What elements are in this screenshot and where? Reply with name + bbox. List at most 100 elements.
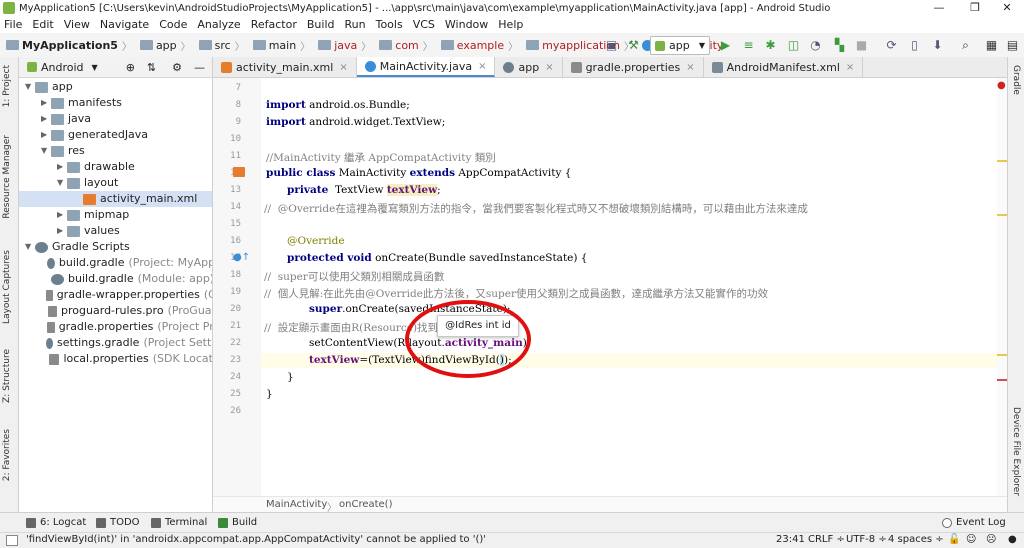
close-icon[interactable]: × [846,62,854,73]
profile-icon[interactable]: ◔ [808,38,823,52]
tree-item[interactable]: local.properties(SDK Location) [19,351,212,367]
tool-windows-icon[interactable] [6,535,18,546]
chevron-right-icon[interactable]: ▶ [57,223,67,239]
breadcrumb-src[interactable]: src 〉 [193,38,245,53]
notification-icon[interactable]: ● [1008,534,1017,545]
project-view-select[interactable]: Android [41,61,84,74]
tree-item[interactable]: build.gradle (Module: app) [19,271,212,287]
caret-position[interactable]: 23:41 [776,534,805,545]
menu-refactor[interactable]: Refactor [251,18,297,31]
tree-item[interactable]: ▶ drawable [19,159,212,175]
menu-window[interactable]: Window [445,18,488,31]
tree-item[interactable]: ▼ app [19,79,212,95]
stop-icon[interactable]: ■ [854,38,869,52]
chevron-down-icon[interactable]: ▼ [25,239,35,255]
tree-item[interactable]: gradle-wrapper.properties(Grac [19,287,212,303]
hide-icon[interactable]: — [194,61,205,74]
tree-item[interactable]: proguard-rules.pro(ProGuard R [19,303,212,319]
override-method-icon[interactable]: ●↑ [233,252,250,263]
breadcrumb-com[interactable]: com 〉 [373,38,433,53]
tab-androidmanifest-xml[interactable]: AndroidManifest.xml × [704,57,864,77]
hammer-icon[interactable]: ⚒ [626,38,641,52]
collapse-all-icon[interactable]: ⇅ [147,61,156,74]
menu-analyze[interactable]: Analyze [197,18,240,31]
chevron-right-icon[interactable]: ▶ [41,95,51,111]
menu-file[interactable]: File [4,18,22,31]
tab-resource-manager[interactable]: Resource Manager [2,135,12,219]
chevron-down-icon[interactable]: ▼ [41,143,51,159]
apply-changes-icon[interactable]: ≡ [741,38,756,52]
layout-preview-icon[interactable] [233,167,245,177]
todo-tab[interactable]: TODO [96,517,140,528]
indent-setting[interactable]: 4 spaces ÷ [888,534,944,545]
tab-device-file-explorer[interactable]: Device File Explorer [1011,407,1021,496]
tab-structure[interactable]: Z: Structure [2,349,12,403]
error-icon[interactable]: ● [997,80,1006,91]
sdk-manager-icon[interactable]: ⬇ [930,38,945,52]
file-encoding[interactable]: UTF-8 ÷ [846,534,887,545]
chevron-down-icon[interactable]: ▼ [25,79,35,95]
minimize-button[interactable]: — [922,0,956,16]
breadcrumb-class[interactable]: MainActivity [266,499,327,510]
maximize-button[interactable]: ❐ [958,0,992,16]
lock-icon[interactable]: 🔓 [948,534,960,545]
tab-favorites[interactable]: 2: Favorites [2,429,12,481]
breadcrumb-method[interactable]: onCreate() [339,499,393,510]
coverage-icon[interactable]: ◫ [786,38,801,52]
tree-item[interactable]: ▶ mipmap [19,207,212,223]
warning-mark[interactable] [997,160,1007,162]
breadcrumb-main[interactable]: main 〉 [247,38,310,53]
attach-debugger-icon[interactable]: ▚ [832,38,847,52]
menu-edit[interactable]: Edit [32,18,53,31]
run-config-select[interactable]: app ▼ [650,36,710,55]
menu-help[interactable]: Help [498,18,523,31]
locate-icon[interactable]: ⊕ [126,61,135,74]
close-button[interactable]: ✕ [990,0,1024,16]
menu-run[interactable]: Run [345,18,366,31]
layout-icon[interactable]: ▤ [1005,38,1020,52]
menu-code[interactable]: Code [159,18,187,31]
debug-icon[interactable]: ✱ [763,38,778,52]
close-icon[interactable]: × [478,61,486,72]
menu-view[interactable]: View [64,18,90,31]
menu-navigate[interactable]: Navigate [100,18,149,31]
tab-app-gradle[interactable]: app × [495,57,563,77]
tree-item[interactable]: ▶ generatedJava [19,127,212,143]
search-icon[interactable]: ⌕ [958,38,973,52]
project-structure-icon[interactable]: ▦ [984,38,999,52]
warning-mark[interactable] [997,214,1007,216]
avd-manager-icon[interactable]: ▯ [907,38,922,52]
error-mark[interactable] [997,379,1007,381]
breadcrumb-project[interactable]: MyApplication5 〉 [0,38,132,53]
close-icon[interactable]: × [686,62,694,73]
run-icon[interactable]: ▶ [718,38,733,52]
chevron-down-icon[interactable]: ▼ [92,63,98,72]
tab-activity-main-xml[interactable]: activity_main.xml × [213,57,357,77]
chevron-down-icon[interactable]: ▼ [57,175,67,191]
tree-item[interactable]: ▼ Gradle Scripts [19,239,212,255]
close-icon[interactable]: × [545,62,553,73]
chevron-right-icon[interactable]: ▶ [57,159,67,175]
menu-build[interactable]: Build [307,18,335,31]
gear-icon[interactable]: ⚙ [172,61,182,74]
breadcrumb-app[interactable]: app 〉 [134,38,191,53]
logcat-tab[interactable]: 6: Logcat [26,517,86,528]
breadcrumb-java[interactable]: java 〉 [312,38,371,53]
chevron-right-icon[interactable]: ▶ [41,127,51,143]
tree-item[interactable]: gradle.properties(Project Prope [19,319,212,335]
tree-item[interactable]: ▶ values [19,223,212,239]
tab-gradle-properties[interactable]: gradle.properties × [563,57,704,77]
chevron-right-icon[interactable]: ▶ [57,207,67,223]
event-log-tab[interactable]: Event Log [942,517,1006,528]
build-tab[interactable]: Build [218,517,257,528]
tab-layout-captures[interactable]: Layout Captures [2,250,12,324]
tree-item[interactable]: settings.gradle(Project Settings [19,335,212,351]
tab-mainactivity-java[interactable]: MainActivity.java × [356,57,496,77]
hector-icon[interactable]: ☺ [966,534,976,545]
code-editor[interactable]: import android.os.Bundle; import android… [261,78,997,496]
line-separator[interactable]: CRLF ÷ [808,534,845,545]
tab-project[interactable]: 1: Project [2,65,12,107]
tab-gradle[interactable]: Gradle [1011,65,1021,95]
tree-item[interactable]: activity_main.xml [19,191,212,207]
menu-vcs[interactable]: VCS [413,18,435,31]
